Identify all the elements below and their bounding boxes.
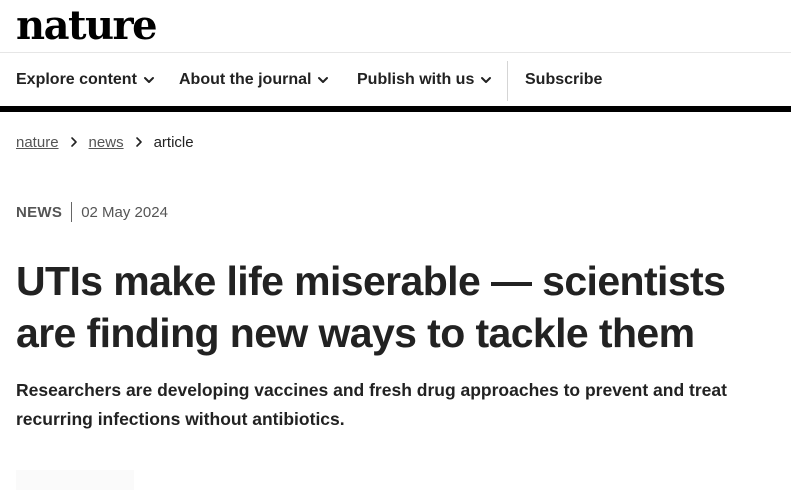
- nav-explore-content[interactable]: Explore content: [16, 53, 155, 107]
- loading-placeholder: [16, 470, 134, 490]
- article-type: NEWS: [16, 203, 63, 221]
- nav-item-label: Publish with us: [357, 71, 475, 88]
- chevron-right-icon: [70, 137, 77, 147]
- standfirst-line: Researchers are developing vaccines and …: [16, 380, 727, 400]
- meta-divider: [71, 202, 73, 222]
- article-title-line: UTIs make life miserable — scientists: [16, 258, 726, 304]
- nav-publish-with-us[interactable]: Publish with us: [357, 53, 492, 107]
- article-title: UTIs make life miserable — scientists ar…: [16, 255, 786, 359]
- article-meta: NEWS 02 May 2024: [16, 201, 168, 223]
- chevron-down-icon: [143, 77, 154, 83]
- nav-item-label: About the journal: [179, 71, 312, 88]
- nav-item-label: Subscribe: [525, 71, 603, 88]
- standfirst-line: recurring infections without antibiotics…: [16, 409, 345, 429]
- chevron-down-icon: [481, 77, 492, 83]
- nature-logo[interactable]: nature: [16, 2, 158, 50]
- article-standfirst: Researchers are developing vaccines and …: [16, 376, 776, 434]
- site-header: nature: [0, 0, 791, 52]
- chevron-right-icon: [135, 137, 142, 147]
- nav-divider: [507, 61, 508, 101]
- breadcrumb-link-news[interactable]: news: [89, 134, 124, 151]
- breadcrumb-current: article: [153, 133, 194, 151]
- breadcrumb-link-nature[interactable]: nature: [16, 134, 59, 151]
- nav-subscribe[interactable]: Subscribe: [525, 53, 602, 107]
- breadcrumb: nature news article: [16, 131, 194, 153]
- header-rule: [0, 106, 791, 112]
- nav-about-the-journal[interactable]: About the journal: [179, 53, 329, 107]
- article-title-line: are finding new ways to tackle them: [16, 310, 695, 356]
- nav-item-label: Explore content: [16, 71, 137, 88]
- main-nav: Explore content About the journal Publis…: [0, 52, 791, 107]
- publish-date: 02 May 2024: [81, 203, 168, 221]
- chevron-down-icon: [318, 77, 329, 83]
